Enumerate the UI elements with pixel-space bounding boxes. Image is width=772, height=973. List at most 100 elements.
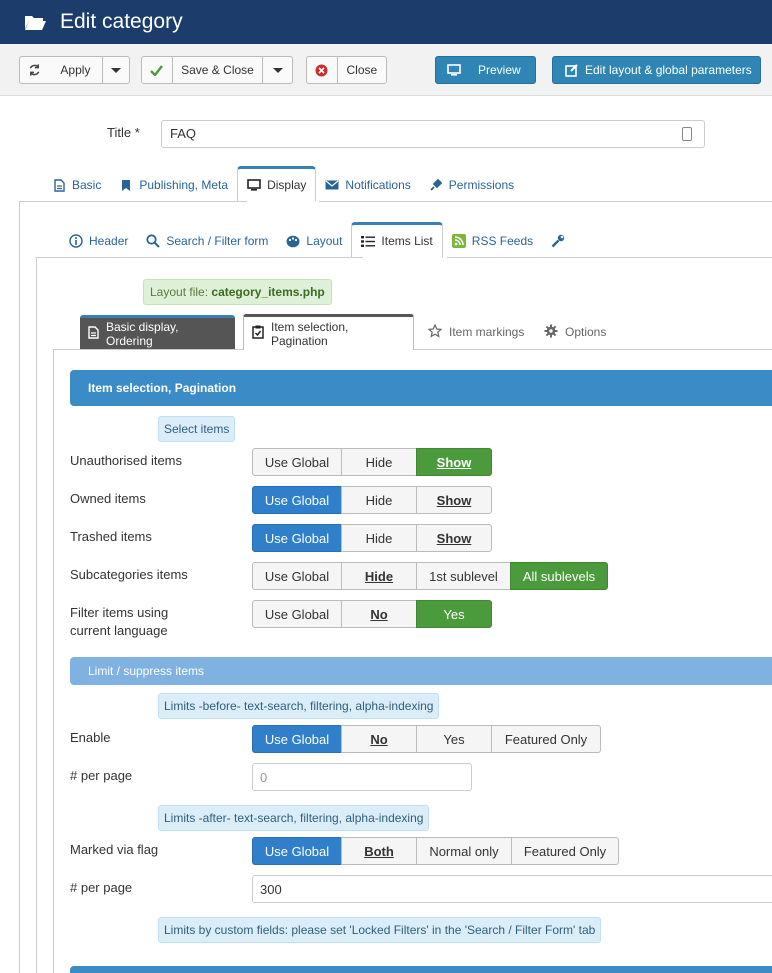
tab-basic-display-ordering[interactable]: Basic display, Ordering [80, 315, 235, 349]
plug-icon [429, 178, 443, 192]
option-hide[interactable]: Hide [341, 486, 417, 514]
monitor-icon [436, 57, 472, 83]
search-icon [146, 234, 161, 248]
divider [19, 201, 20, 973]
tab-rss-feeds[interactable]: RSS Feeds [443, 224, 542, 258]
tab-notifications[interactable]: Notifications [316, 168, 419, 202]
tab-layout[interactable]: Layout [277, 224, 351, 258]
title-input[interactable]: FAQ [161, 120, 705, 148]
tab-item-markings[interactable]: Item markings [420, 315, 532, 349]
subcategories-items-toggle: Use Global Hide 1st sublevel All subleve… [252, 562, 608, 590]
option-yes[interactable]: Yes [416, 600, 492, 628]
select-items-hint: Select items [158, 416, 236, 442]
layout-file-name: category_items.php [211, 285, 325, 299]
tab-basic[interactable]: Basic [43, 168, 110, 202]
option-hide[interactable]: Hide [341, 524, 417, 552]
title-label: Title * [107, 125, 140, 140]
limit-after-hint: Limits -after- text-search, filtering, a… [158, 805, 430, 831]
trashed-items-toggle: Use Global Hide Show [252, 524, 492, 552]
page-title: Edit category [60, 10, 183, 33]
preview-button-label: Preview [478, 63, 521, 77]
folder-open-icon [24, 13, 46, 31]
field-label-line: Filter items using [70, 605, 169, 620]
limit-section-header: Limit / suppress items [70, 657, 772, 685]
option-hide[interactable]: Hide [341, 562, 417, 590]
tab-items-list-label: Items List [381, 234, 433, 248]
divider [447, 257, 772, 258]
option-hide[interactable]: Hide [341, 448, 417, 476]
field-label-line: current language [70, 623, 168, 638]
tab-item-markings-label: Item markings [449, 325, 525, 339]
tab-header[interactable]: Header [60, 224, 137, 258]
apply-button[interactable]: Apply [49, 57, 102, 83]
field-label: # per page [70, 880, 133, 895]
option-show[interactable]: Show [416, 486, 492, 514]
option-featured-only[interactable]: Featured Only [491, 725, 601, 753]
tab-item-selection-pagination[interactable]: Item selection, Pagination [243, 314, 414, 350]
field-label: Marked via flag [70, 842, 159, 857]
info-icon [69, 234, 83, 248]
tab-search-filter-form[interactable]: Search / Filter form [137, 224, 277, 258]
chevron-down-icon [272, 67, 283, 73]
option-use-global[interactable]: Use Global [252, 725, 342, 753]
save-dropdown-button[interactable] [262, 57, 292, 83]
option-no[interactable]: No [341, 600, 417, 628]
option-use-global[interactable]: Use Global [252, 600, 342, 628]
option-show[interactable]: Show [416, 524, 492, 552]
field-label: Filter items using current language [70, 604, 168, 640]
tab-options-label: Options [565, 325, 607, 339]
monitor-icon [247, 178, 261, 192]
option-no[interactable]: No [341, 725, 417, 753]
chevron-down-icon [110, 67, 121, 73]
option-yes[interactable]: Yes [416, 725, 492, 753]
option-show[interactable]: Show [416, 448, 492, 476]
option-both[interactable]: Both [341, 837, 417, 865]
edit-layout-button[interactable]: Edit layout & global parameters [552, 56, 761, 84]
save-close-button[interactable]: Save & Close [171, 57, 263, 83]
option-use-global[interactable]: Use Global [252, 486, 342, 514]
tab-publishing-meta-label: Publishing, Meta [139, 178, 229, 192]
edit-icon [553, 57, 583, 83]
envelope-icon [325, 178, 339, 192]
option-featured-only[interactable]: Featured Only [511, 837, 619, 865]
star-icon [427, 323, 443, 341]
layout-file-prefix: Layout file: [150, 285, 209, 299]
per-page-before-input[interactable]: 0 [252, 763, 472, 791]
clipboard-check-icon [252, 325, 264, 342]
option-use-global[interactable]: Use Global [252, 562, 342, 590]
option-use-global[interactable]: Use Global [252, 448, 342, 476]
field-lock-icon[interactable] [682, 127, 692, 141]
option-normal-only[interactable]: Normal only [416, 837, 512, 865]
tab-options[interactable]: Options [536, 315, 614, 349]
tab-notifications-label: Notifications [345, 178, 411, 192]
field-label: Subcategories items [70, 567, 188, 582]
option-1st-sublevel[interactable]: 1st sublevel [416, 562, 511, 590]
tab-search-filter-form-label: Search / Filter form [166, 234, 269, 248]
wrench-icon [551, 234, 565, 248]
field-label: Enable [70, 730, 111, 745]
tab-display-label: Display [267, 178, 307, 192]
toolbar: Apply Save & Close Close Preview Edit la… [0, 44, 772, 96]
option-all-sublevels[interactable]: All sublevels [510, 562, 608, 590]
custom-fields-hint: Limits by custom fields: please set 'Loc… [158, 917, 602, 943]
close-button[interactable]: Close [306, 56, 387, 84]
preview-button[interactable]: Preview [435, 56, 536, 84]
apply-dropdown-button[interactable] [101, 57, 129, 83]
tab-rss-feeds-label: RSS Feeds [471, 234, 534, 248]
divider [414, 349, 772, 350]
tab-permissions[interactable]: Permissions [420, 168, 523, 202]
page-header: Edit category [0, 0, 772, 44]
option-use-global[interactable]: Use Global [252, 524, 342, 552]
tab-basic-display-ordering-label: Basic display, Ordering [106, 319, 179, 348]
enable-limit-toggle: Use Global No Yes Featured Only [252, 725, 601, 753]
close-button-label: Close [336, 57, 386, 83]
tab-items-list[interactable]: Items List [351, 222, 443, 258]
tab-display[interactable]: Display [237, 166, 317, 202]
bookmark-icon [119, 178, 133, 192]
tab-tools[interactable] [542, 224, 574, 258]
per-page-after-input[interactable]: 300 [252, 875, 772, 903]
option-use-global[interactable]: Use Global [252, 837, 342, 865]
document-icon [88, 325, 99, 342]
tab-publishing-meta[interactable]: Publishing, Meta [110, 168, 237, 202]
divider [319, 201, 772, 202]
